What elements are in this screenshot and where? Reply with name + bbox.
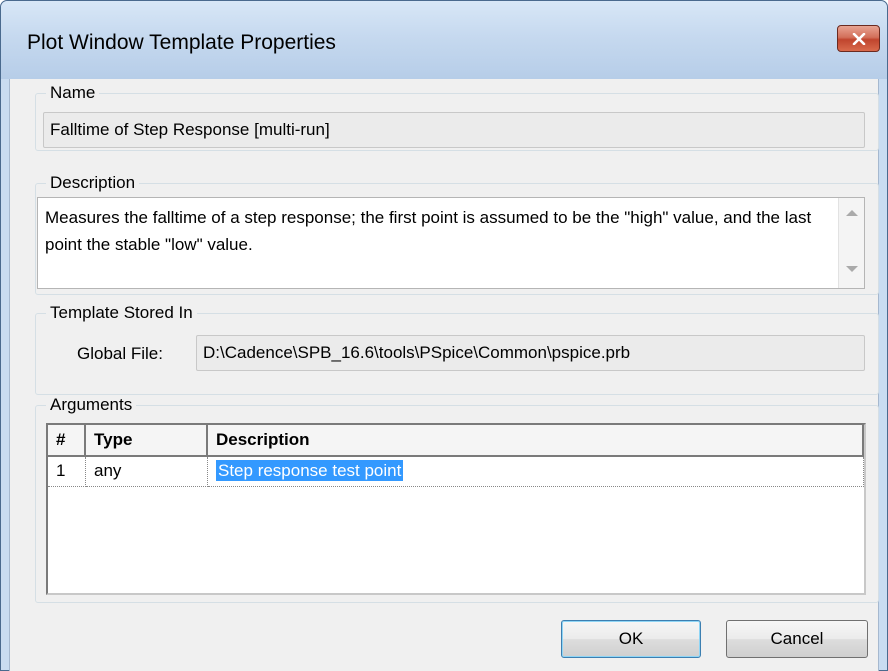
close-button[interactable] [837, 25, 880, 52]
ok-button[interactable]: OK [561, 620, 701, 658]
column-header-number[interactable]: # [48, 425, 86, 455]
name-group-label: Name [46, 83, 100, 103]
column-header-description[interactable]: Description [208, 425, 864, 455]
cell-type[interactable]: any [86, 457, 208, 487]
close-icon [852, 32, 866, 45]
column-header-type[interactable]: Type [86, 425, 208, 455]
dialog-window: Plot Window Template Properties Name Fal… [0, 0, 888, 671]
table-row[interactable]: 1 any Step response test point [48, 457, 864, 487]
scroll-up-icon[interactable] [846, 210, 858, 216]
description-textarea[interactable]: Measures the falltime of a step response… [37, 197, 865, 289]
arguments-group-label: Arguments [46, 395, 137, 415]
global-file-path-field[interactable]: D:\Cadence\SPB_16.6\tools\PSpice\Common\… [196, 335, 865, 371]
global-file-label: Global File: [77, 344, 163, 363]
description-text: Measures the falltime of a step response… [45, 208, 812, 254]
cell-description[interactable]: Step response test point [208, 457, 864, 487]
description-group-label: Description [46, 173, 140, 193]
name-field[interactable]: Falltime of Step Response [multi-run] [43, 112, 865, 148]
table-header: # Type Description [48, 425, 864, 457]
title-bar[interactable]: Plot Window Template Properties [1, 1, 887, 79]
description-scrollbar[interactable] [838, 198, 864, 288]
scroll-down-icon[interactable] [846, 266, 858, 272]
cell-number[interactable]: 1 [48, 457, 86, 487]
arguments-table[interactable]: # Type Description 1 any Step response t… [46, 423, 866, 595]
template-group-label: Template Stored In [46, 303, 197, 323]
cancel-button[interactable]: Cancel [726, 620, 868, 658]
dialog-body: Name Falltime of Step Response [multi-ru… [9, 79, 879, 671]
window-title: Plot Window Template Properties [27, 31, 336, 54]
cell-description-text[interactable]: Step response test point [216, 460, 404, 481]
